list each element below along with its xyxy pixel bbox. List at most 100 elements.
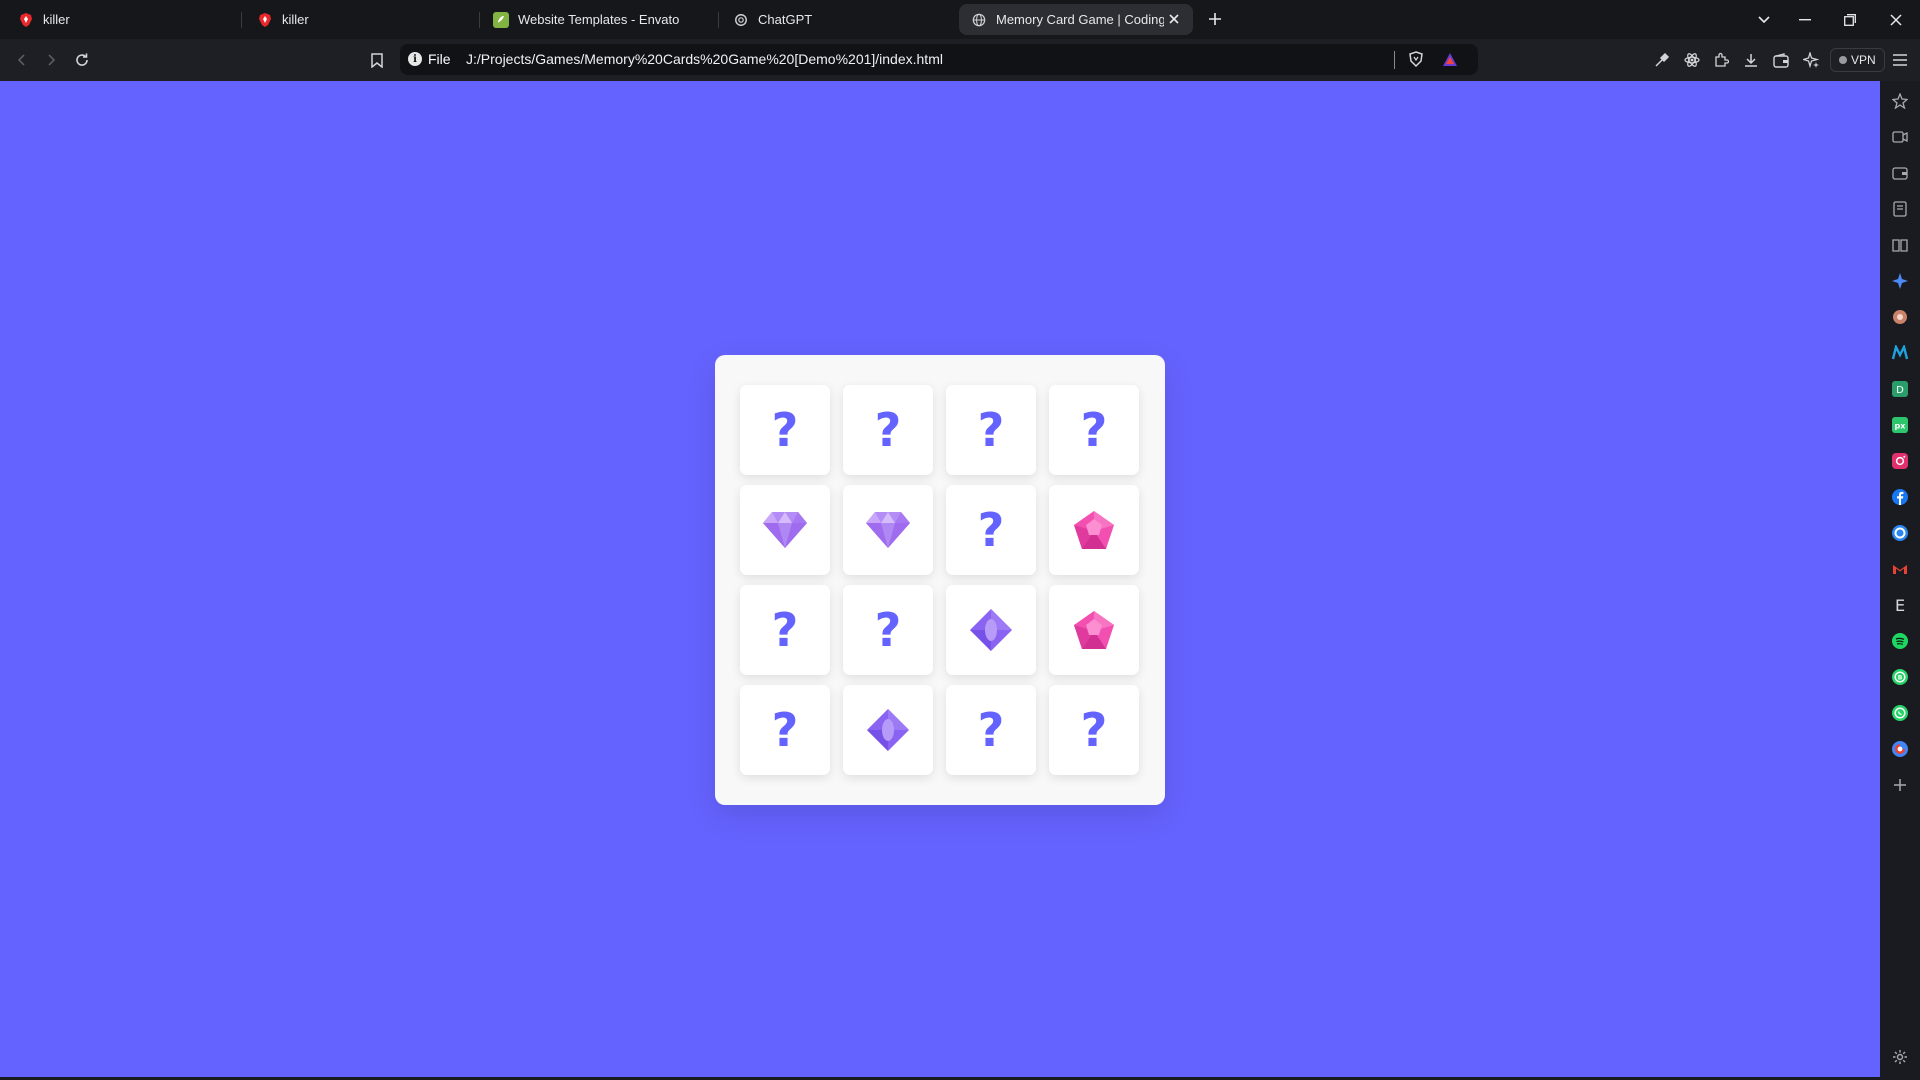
m-app-icon[interactable] — [1890, 343, 1910, 363]
d-app-icon[interactable]: D — [1890, 379, 1910, 399]
omnibox-divider — [1394, 51, 1395, 69]
reload-icon[interactable] — [70, 48, 94, 72]
web3-icon[interactable] — [1890, 307, 1910, 327]
svg-text:px: px — [1895, 422, 1907, 431]
card-flipped[interactable] — [1049, 585, 1139, 675]
tab-envato[interactable]: Website Templates - Envato — [481, 4, 713, 35]
tab-memory-card-game[interactable]: Memory Card Game | Coding U — [959, 4, 1193, 35]
address-bar[interactable]: i File J:/Projects/Games/Memory%20Cards%… — [400, 44, 1478, 75]
card-flipped[interactable] — [1049, 485, 1139, 575]
question-mark-icon: ? — [771, 603, 799, 657]
vpn-label: VPN — [1851, 53, 1876, 67]
tab-title: Website Templates - Envato — [518, 12, 680, 27]
restore-icon[interactable] — [1838, 8, 1862, 32]
card-hidden[interactable]: ? — [946, 685, 1036, 775]
purple-gem-icon — [865, 510, 911, 550]
book-icon[interactable] — [1890, 235, 1910, 255]
gmail-icon[interactable] — [1890, 559, 1910, 579]
card-flipped[interactable] — [843, 685, 933, 775]
brave-rewards-icon[interactable] — [1438, 47, 1462, 71]
question-mark-icon: ? — [771, 703, 799, 757]
card-hidden[interactable]: ? — [843, 585, 933, 675]
pink-gem-icon — [1072, 509, 1116, 551]
new-tab-icon[interactable] — [1204, 8, 1226, 30]
envato-e-icon[interactable]: E — [1890, 595, 1910, 615]
brave-shields-icon[interactable] — [1404, 47, 1428, 71]
scheme-label: File — [428, 51, 451, 67]
card-hidden[interactable]: ? — [843, 385, 933, 475]
close-window-icon[interactable] — [1884, 8, 1908, 32]
react-devtools-icon[interactable] — [1680, 48, 1704, 72]
question-mark-icon: ? — [771, 403, 799, 457]
globe-icon — [971, 12, 987, 28]
whatsapp-business-icon[interactable]: B — [1890, 667, 1910, 687]
info-icon: i — [408, 52, 422, 66]
card-hidden[interactable]: ? — [740, 585, 830, 675]
wallet-icon[interactable] — [1890, 163, 1910, 183]
close-tab-icon[interactable] — [1165, 10, 1183, 28]
question-mark-icon: ? — [874, 603, 902, 657]
extensions-puzzle-icon[interactable] — [1709, 48, 1733, 72]
leo-ai-icon[interactable] — [1890, 271, 1910, 291]
card-grid: ?????????? — [740, 385, 1140, 775]
add-icon[interactable] — [1890, 775, 1910, 795]
vpn-button[interactable]: VPN — [1830, 48, 1885, 72]
card-flipped[interactable] — [740, 485, 830, 575]
wallet-toolbar-icon[interactable] — [1769, 48, 1793, 72]
facebook-icon[interactable] — [1890, 487, 1910, 507]
site-info[interactable]: i File — [408, 51, 451, 67]
whatsapp-icon[interactable] — [1890, 703, 1910, 723]
tab-title: ChatGPT — [758, 12, 813, 27]
c-app-icon[interactable] — [1890, 523, 1910, 543]
spotify-icon[interactable] — [1890, 631, 1910, 651]
tab-killer-2[interactable]: killer — [245, 4, 477, 35]
pink-gem-icon — [1072, 609, 1116, 651]
tab-killer-1[interactable]: killer — [6, 4, 238, 35]
svg-text:E: E — [1895, 597, 1905, 613]
browser-toolbar: i File J:/Projects/Games/Memory%20Cards%… — [0, 39, 1920, 81]
pixabay-icon[interactable]: px — [1890, 415, 1910, 435]
svg-text:D: D — [1896, 385, 1904, 396]
question-mark-icon: ? — [874, 403, 902, 457]
card-flipped[interactable] — [843, 485, 933, 575]
tab-chatgpt[interactable]: ChatGPT — [721, 4, 953, 35]
bookmark-star-icon[interactable] — [1890, 91, 1910, 111]
color-picker-icon[interactable] — [1650, 48, 1674, 72]
brave-logo-icon — [257, 12, 273, 28]
card-hidden[interactable]: ? — [946, 485, 1036, 575]
minimize-icon[interactable] — [1793, 8, 1817, 32]
tab-title: Memory Card Game | Coding U — [996, 12, 1164, 27]
video-icon[interactable] — [1890, 127, 1910, 147]
card-hidden[interactable]: ? — [740, 685, 830, 775]
side-panel: Dpx E B — [1880, 81, 1920, 1080]
question-mark-icon: ? — [977, 503, 1005, 557]
url-text[interactable]: J:/Projects/Games/Memory%20Cards%20Game%… — [466, 51, 943, 67]
tab-title: killer — [282, 12, 309, 27]
reading-list-icon[interactable] — [1890, 199, 1910, 219]
google-chat-icon[interactable] — [1890, 739, 1910, 759]
tab-separator — [479, 12, 480, 28]
menu-hamburger-icon[interactable] — [1888, 48, 1912, 72]
card-hidden[interactable]: ? — [946, 385, 1036, 475]
violet-diamond-icon — [969, 608, 1013, 652]
question-mark-icon: ? — [977, 403, 1005, 457]
card-hidden[interactable]: ? — [740, 385, 830, 475]
tab-separator — [718, 12, 719, 28]
card-flipped[interactable] — [946, 585, 1036, 675]
game-wrapper: ?????????? — [715, 355, 1165, 805]
question-mark-icon: ? — [977, 703, 1005, 757]
card-hidden[interactable]: ? — [1049, 685, 1139, 775]
settings-gear-icon[interactable] — [1890, 1047, 1910, 1067]
bookmark-icon[interactable] — [365, 48, 389, 72]
question-mark-icon: ? — [1080, 703, 1108, 757]
instagram-icon[interactable] — [1890, 451, 1910, 471]
back-arrow-icon[interactable] — [10, 48, 34, 72]
envato-icon — [493, 11, 509, 28]
leo-sparkle-icon[interactable] — [1799, 48, 1823, 72]
card-hidden[interactable]: ? — [1049, 385, 1139, 475]
forward-arrow-icon[interactable] — [39, 48, 63, 72]
tab-separator — [241, 12, 242, 28]
tab-search-chevron-down-icon[interactable] — [1752, 8, 1776, 32]
purple-gem-icon — [762, 510, 808, 550]
download-icon[interactable] — [1739, 48, 1763, 72]
